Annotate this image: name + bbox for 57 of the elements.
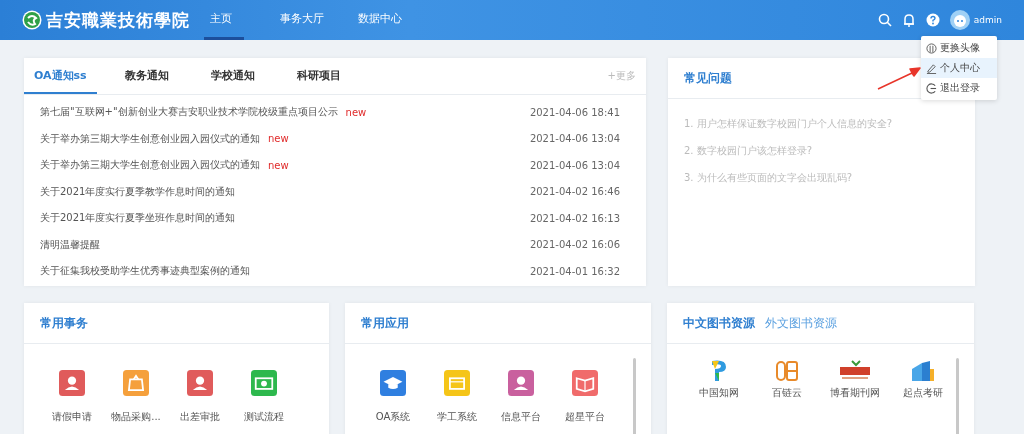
library-tab[interactable]: 中文图书资源 — [683, 314, 755, 332]
menu-item[interactable]: 更换头像 — [921, 38, 997, 58]
username[interactable]: admin — [973, 15, 1002, 25]
new-tag: new — [345, 106, 367, 118]
shortcut-button[interactable]: 物品采购... — [104, 370, 168, 424]
card-title: 常用应用 — [361, 314, 409, 332]
notice-title[interactable]: 关于2021年度实行夏季教学作息时间的通知 — [40, 184, 236, 199]
books-logo-icon — [910, 359, 936, 383]
resource-link[interactable]: 百链云 — [753, 358, 821, 400]
card-title: 常用事务 — [40, 314, 88, 332]
notice-tab[interactable]: 科研项目 — [282, 58, 355, 94]
scrollbar[interactable] — [633, 358, 636, 434]
notice-date: 2021-04-02 16:46 — [529, 186, 620, 198]
shortcut-button[interactable]: 超星平台 — [553, 370, 617, 424]
notice-date: 2021-04-06 18:41 — [529, 106, 620, 118]
new-tag: new — [268, 159, 289, 171]
shortcut-button[interactable]: 学工系统 — [425, 370, 489, 424]
shortcut-button[interactable]: OA系统 — [361, 370, 425, 424]
notice-date: 2021-04-06 13:04 — [529, 159, 620, 171]
notice-title[interactable]: 关于举办第三期大学生创意创业园入园仪式的通知 — [40, 158, 260, 173]
notice-title[interactable]: 第七届"互联网+"创新创业大赛吉安职业技术学院校级重点项目公示 — [40, 105, 338, 120]
chain-logo-icon — [775, 359, 799, 383]
menu-item[interactable]: 退出登录 — [921, 78, 997, 98]
notice-title[interactable]: 清明温馨提醒 — [40, 237, 100, 252]
card-title: 常见问题 — [684, 69, 732, 87]
shortcut-button[interactable]: 信息平台 — [489, 370, 553, 424]
nav-tab[interactable]: 主页 — [204, 0, 244, 40]
search-icon[interactable] — [877, 13, 892, 27]
notice-date: 2021-04-01 16:32 — [529, 265, 620, 277]
shortcut-button[interactable]: 出差审批 — [168, 370, 232, 424]
resource-link[interactable]: 中国知网 — [685, 358, 753, 400]
scrollbar[interactable] — [956, 358, 959, 434]
avatar-icon — [926, 42, 937, 54]
bell-icon[interactable] — [901, 13, 916, 27]
school-name: 吉安職業技術學院 — [46, 8, 190, 32]
notice-date: 2021-04-02 16:13 — [529, 212, 620, 224]
new-tag: new — [268, 133, 289, 145]
school-emblem-icon — [22, 10, 42, 30]
resource-link[interactable]: 起点考研 — [889, 358, 957, 400]
notice-date: 2021-04-06 13:04 — [529, 133, 620, 145]
logout-icon — [926, 82, 937, 94]
shortcut-button[interactable]: 请假申请 — [40, 370, 104, 424]
menu-item[interactable]: 个人中心 — [921, 58, 997, 78]
annotation-arrow — [876, 65, 921, 91]
notice-date: 2021-04-02 16:06 — [529, 239, 620, 251]
notice-title[interactable]: 关于举办第三期大学生创意创业园入园仪式的通知 — [40, 131, 260, 146]
avatar-icon[interactable] — [949, 10, 970, 30]
resource-link[interactable]: 博看期刊网 — [821, 358, 889, 400]
notice-tab[interactable]: OA通知ss — [24, 58, 97, 94]
question-mark-logo-icon — [710, 359, 728, 383]
notice-title[interactable]: 关于征集我校受助学生优秀事迹典型案例的通知 — [40, 264, 250, 279]
notice-tab[interactable]: 学校通知 — [196, 58, 269, 94]
shortcut-button[interactable]: 测试流程 — [232, 370, 296, 424]
notice-tab[interactable]: 教务通知 — [110, 58, 183, 94]
pen-icon — [926, 62, 937, 74]
notice-title[interactable]: 关于2021年度实行夏季坐班作息时间的通知 — [40, 211, 236, 226]
help-icon[interactable] — [925, 13, 940, 27]
